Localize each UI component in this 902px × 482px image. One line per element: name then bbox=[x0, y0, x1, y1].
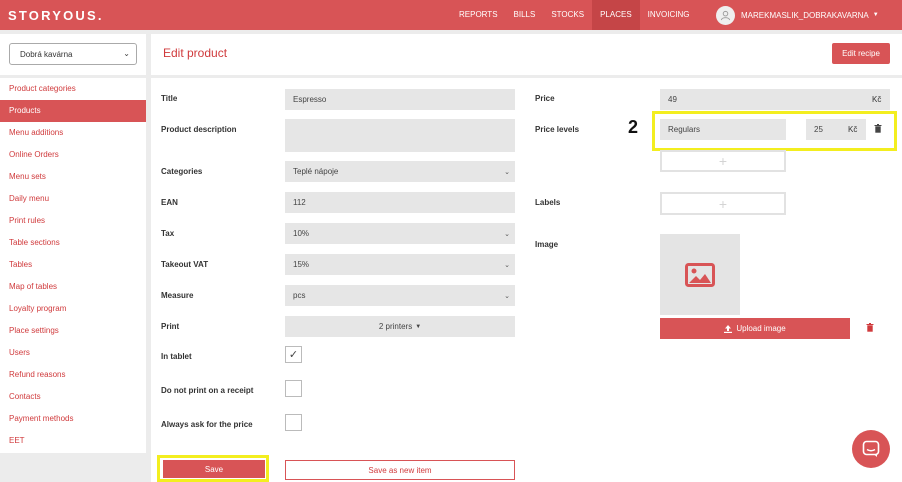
no-print-receipt-label: Do not print on a receipt bbox=[161, 386, 254, 395]
ean-input[interactable]: 112 bbox=[285, 192, 515, 213]
step-number: 2 bbox=[628, 117, 639, 137]
ean-label: EAN bbox=[161, 198, 178, 207]
sidebar-item-eet[interactable]: EET bbox=[0, 430, 146, 452]
measure-label: Measure bbox=[161, 291, 194, 300]
delete-image-icon[interactable] bbox=[866, 323, 874, 334]
save-as-new-button[interactable]: Save as new item bbox=[285, 460, 515, 480]
add-label-button[interactable]: + bbox=[660, 192, 786, 215]
page-title: Edit product bbox=[163, 46, 228, 60]
in-tablet-label: In tablet bbox=[161, 352, 192, 361]
upload-icon bbox=[724, 324, 733, 333]
place-select[interactable]: Dobrá kavárna ⌄ bbox=[9, 43, 137, 65]
sidebar-item-online-orders[interactable]: Online Orders bbox=[0, 144, 146, 166]
price-level-currency: Kč bbox=[848, 125, 858, 134]
sidebar-item-menu-additions[interactable]: Menu additions bbox=[0, 122, 146, 144]
sidebar: Product categories Products Menu additio… bbox=[0, 78, 146, 453]
description-label: Product description bbox=[161, 125, 237, 134]
chevron-down-icon: ⌄ bbox=[504, 230, 510, 238]
price-label: Price bbox=[535, 94, 555, 103]
tax-label: Tax bbox=[161, 229, 175, 238]
nav-reports[interactable]: REPORTS bbox=[451, 0, 506, 30]
sidebar-item-menu-sets[interactable]: Menu sets bbox=[0, 166, 146, 188]
no-print-receipt-checkbox[interactable] bbox=[285, 380, 302, 397]
sidebar-item-users[interactable]: Users bbox=[0, 342, 146, 364]
image-icon bbox=[685, 262, 715, 287]
takeout-vat-select[interactable]: 15% ⌄ bbox=[285, 254, 515, 275]
user-name: MAREKMASLIK_DOBRAKAVARNA bbox=[741, 10, 869, 20]
caret-down-icon: ▼ bbox=[872, 12, 879, 18]
print-dropdown[interactable]: 2 printers ▼ bbox=[285, 316, 515, 337]
trash-icon[interactable] bbox=[874, 124, 882, 135]
measure-value: pcs bbox=[293, 291, 306, 300]
page-header bbox=[151, 34, 902, 75]
nav-invoicing[interactable]: INVOICING bbox=[640, 0, 698, 30]
sidebar-item-loyalty-program[interactable]: Loyalty program bbox=[0, 298, 146, 320]
user-menu[interactable]: MAREKMASLIK_DOBRAKAVARNA ▼ bbox=[716, 0, 879, 30]
categories-label: Categories bbox=[161, 167, 203, 176]
title-label: Title bbox=[161, 94, 178, 103]
sidebar-item-place-settings[interactable]: Place settings bbox=[0, 320, 146, 342]
categories-select[interactable]: Teplé nápoje ⌄ bbox=[285, 161, 515, 182]
sidebar-item-product-categories[interactable]: Product categories bbox=[0, 78, 146, 100]
takeout-vat-value: 15% bbox=[293, 260, 310, 269]
sidebar-item-table-sections[interactable]: Table sections bbox=[0, 232, 146, 254]
print-value: 2 printers bbox=[378, 322, 413, 331]
upload-image-button[interactable]: Upload image bbox=[660, 318, 850, 339]
ask-price-checkbox[interactable] bbox=[285, 414, 302, 431]
sidebar-item-contacts[interactable]: Contacts bbox=[0, 386, 146, 408]
upload-image-label: Upload image bbox=[736, 324, 786, 333]
price-input[interactable]: 49 bbox=[660, 89, 890, 110]
chevron-down-icon: ⌄ bbox=[504, 168, 510, 176]
chat-icon[interactable] bbox=[852, 430, 890, 468]
caret-down-icon: ▼ bbox=[415, 323, 422, 330]
image-placeholder[interactable] bbox=[660, 234, 740, 315]
main-nav: REPORTS BILLS STOCKS PLACES INVOICING bbox=[451, 0, 697, 30]
sidebar-item-tables[interactable]: Tables bbox=[0, 254, 146, 276]
sidebar-item-map-of-tables[interactable]: Map of tables bbox=[0, 276, 146, 298]
print-label: Print bbox=[161, 322, 180, 331]
image-label: Image bbox=[535, 240, 559, 249]
categories-value: Teplé nápoje bbox=[293, 167, 339, 176]
chevron-down-icon: ⌄ bbox=[504, 261, 510, 269]
chevron-down-icon: ⌄ bbox=[504, 292, 510, 300]
add-price-level-button[interactable]: + bbox=[660, 150, 786, 172]
edit-recipe-button[interactable]: Edit recipe bbox=[832, 43, 890, 64]
in-tablet-checkbox[interactable]: ✓ bbox=[285, 346, 302, 363]
title-input[interactable]: Espresso bbox=[285, 89, 515, 110]
storyous-logo[interactable]: STORYOUS. bbox=[8, 8, 104, 23]
check-icon: ✓ bbox=[288, 349, 299, 361]
price-currency: Kč bbox=[872, 95, 882, 104]
labels-label: Labels bbox=[535, 198, 561, 207]
sidebar-item-products[interactable]: Products bbox=[0, 100, 146, 122]
sidebar-item-payment-methods[interactable]: Payment methods bbox=[0, 408, 146, 430]
price-level-name-input[interactable]: Regulars bbox=[660, 119, 786, 140]
place-select-value: Dobrá kavárna bbox=[20, 49, 73, 59]
tax-select[interactable]: 10% ⌄ bbox=[285, 223, 515, 244]
sidebar-item-refund-reasons[interactable]: Refund reasons bbox=[0, 364, 146, 386]
chevron-down-icon: ⌄ bbox=[123, 49, 130, 58]
save-button[interactable]: Save bbox=[163, 460, 265, 478]
sidebar-item-print-rules[interactable]: Print rules bbox=[0, 210, 146, 232]
sidebar-item-daily-menu[interactable]: Daily menu bbox=[0, 188, 146, 210]
description-textarea[interactable] bbox=[285, 119, 515, 152]
price-levels-label: Price levels bbox=[535, 125, 580, 134]
measure-select[interactable]: pcs ⌄ bbox=[285, 285, 515, 306]
nav-bills[interactable]: BILLS bbox=[506, 0, 544, 30]
takeout-vat-label: Takeout VAT bbox=[161, 260, 209, 269]
ask-price-label: Always ask for the price bbox=[161, 420, 253, 429]
nav-places[interactable]: PLACES bbox=[592, 0, 640, 30]
avatar-icon bbox=[716, 5, 735, 25]
nav-stocks[interactable]: STOCKS bbox=[543, 0, 592, 30]
tax-value: 10% bbox=[293, 229, 310, 238]
